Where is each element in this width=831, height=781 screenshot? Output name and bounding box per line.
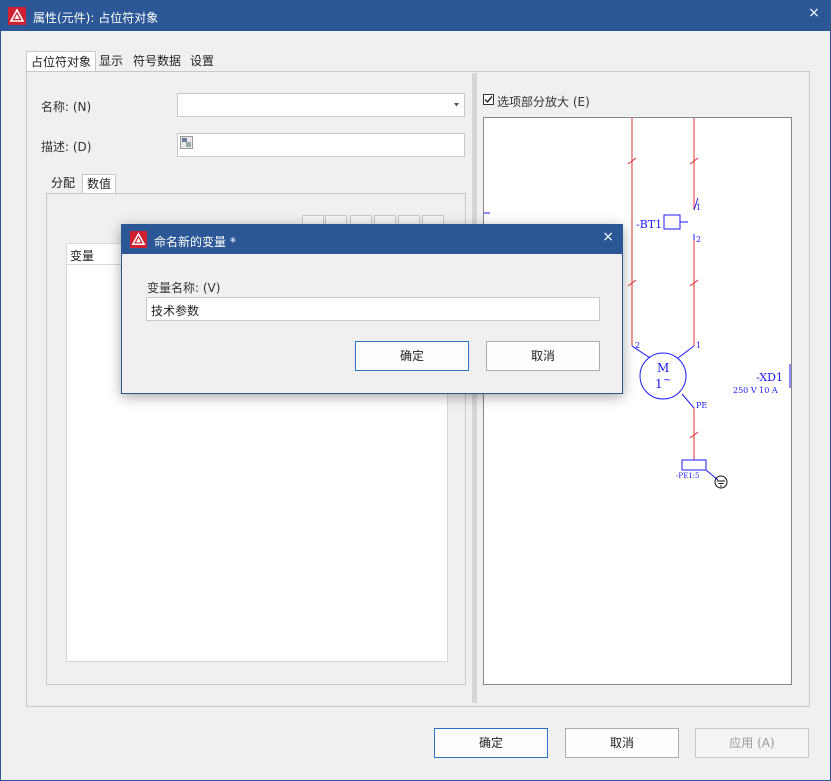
xd1-rating: 250 V 10 A [733,386,778,395]
cancel-button[interactable]: 取消 [565,728,679,758]
tab-placeholder-object[interactable]: 占位符对象 [26,51,97,73]
eplan-logo-icon [130,231,147,248]
bt1-label: -BT1 [636,218,662,231]
close-icon[interactable]: × [806,5,822,21]
checkbox-checked-icon[interactable] [483,94,494,105]
tab-settings[interactable]: 设置 [186,51,218,71]
tab-symbol-data[interactable]: 符号数据 [129,51,185,71]
tab-values[interactable]: 数值 [82,174,117,194]
description-field[interactable] [177,133,465,157]
name-combobox[interactable] [177,93,465,117]
bt1-terminal-2: 2 [696,235,701,244]
motor-lead-right [677,345,695,359]
description-label: 描述: (D) [41,140,92,154]
motor-phase-label: 1 [655,377,663,391]
symbol-preview: -BT1 1 2 M 1 ~ 2 1 PE -PE1:5 -XD1 250 V … [483,117,792,685]
pe-terminal-label: -PE1:5 [676,472,699,480]
dialog-title-bar[interactable]: 命名新的变量 * × [122,225,622,254]
motor-terminal-1: 1 [696,341,701,350]
ok-button[interactable]: 确定 [434,728,548,758]
rename-variable-dialog: 命名新的变量 * × 变量名称: (V) 技术参数 确定 取消 [121,224,623,394]
schematic-drawing: -BT1 1 2 M 1 ~ 2 1 PE -PE1:5 -XD1 250 V … [484,118,791,489]
pe-lead [681,393,695,409]
zoom-checkbox-label[interactable]: 选项部分放大 (E) [497,93,590,110]
dialog-ok-button[interactable]: 确定 [355,341,469,371]
pe-terminal-box [681,459,707,471]
motor-m-label: M [657,361,669,375]
properties-window: 属性(元件): 占位符对象 × 占位符对象 显示 符号数据 设置 名称: (N)… [0,0,831,781]
variable-name-value: 技术参数 [151,304,200,318]
language-icon[interactable] [180,136,193,149]
eplan-logo-icon [8,7,26,25]
tab-assignment[interactable]: 分配 [47,174,79,193]
motor-terminal-2: 2 [635,341,640,350]
dialog-title: 命名新的变量 * [154,235,236,249]
bt1-symbol-box [663,214,681,230]
dialog-close-icon[interactable]: × [602,229,614,245]
chevron-down-icon[interactable] [454,103,459,107]
motor-tilde-label: ~ [663,375,671,386]
window-title: 属性(元件): 占位符对象 [33,11,159,25]
pe-label: PE [696,401,707,410]
ground-symbol [717,480,725,487]
variable-name-label: 变量名称: (V) [147,281,221,295]
xd1-label: -XD1 [756,371,783,384]
tab-display[interactable]: 显示 [95,51,127,71]
dialog-cancel-button[interactable]: 取消 [486,341,600,371]
title-bar[interactable]: 属性(元件): 占位符对象 × [1,1,830,31]
variable-name-input[interactable]: 技术参数 [146,297,600,321]
name-label: 名称: (N) [41,100,92,114]
column-header-variable[interactable]: 变量 [70,247,94,264]
bt1-terminal-1: 1 [696,203,701,212]
apply-button[interactable]: 应用 (A) [695,728,809,758]
